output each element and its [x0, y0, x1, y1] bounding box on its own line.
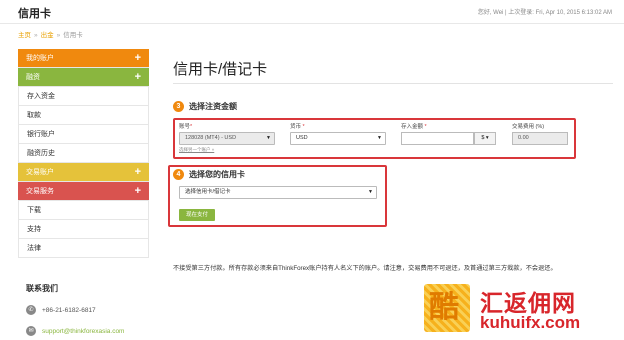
contact-heading: 联系我们: [26, 284, 58, 293]
sidebar-item-downloads[interactable]: 下载: [18, 201, 149, 220]
step-number-badge: 4: [173, 169, 184, 181]
sidebar-menu: 我的账户 + 融资 + 存入资金 取款 银行账户 融资历史 交易账户 + 交易服务 + …: [18, 49, 149, 258]
phone-icon: ✆: [26, 305, 36, 315]
sidebar-item-label: 我的账户: [26, 55, 54, 62]
sidebar-item-bank-accounts[interactable]: 银行账户: [18, 125, 149, 144]
contact-email-link[interactable]: support@thinkforexasia.com: [42, 328, 124, 335]
transaction-fee-field: 0.00: [512, 132, 568, 145]
third-party-notice: 不接受第三方付款。所有存款必须来自ThinkForex账户持有人名义下的账户。请…: [173, 265, 557, 272]
step-4-title: 选择您的信用卡: [189, 170, 245, 179]
page-title: 信用卡/借记卡: [173, 61, 268, 78]
choose-another-account-link[interactable]: 选择另一个账户 »: [179, 147, 214, 153]
breadcrumb-home-link[interactable]: 主页: [18, 32, 31, 39]
watermark-seal: 酷: [424, 284, 470, 332]
currency-addon-dropdown[interactable]: $ ▾: [474, 132, 496, 145]
chevron-down-icon: ▼: [368, 189, 373, 195]
breadcrumb: 主页» 出金» 信用卡: [18, 29, 83, 39]
chevron-down-icon: ▼: [377, 135, 382, 141]
email-icon: ✉: [26, 326, 36, 336]
expand-plus-icon[interactable]: +: [135, 182, 141, 201]
sidebar-item-trading-accounts[interactable]: 交易账户 +: [18, 163, 149, 182]
sidebar-item-my-account[interactable]: 我的账户 +: [18, 49, 149, 68]
step-3-title: 选择注资金额: [189, 102, 237, 111]
sidebar-item-withdraw[interactable]: 取款: [18, 106, 149, 125]
sidebar-item-label: 存入资金: [27, 93, 55, 100]
sidebar-item-label: 融资: [26, 74, 40, 81]
amount-label: 存入金额 *: [401, 124, 427, 130]
top-bar: 信用卡 您好, Wei | 上次登录: Fri, Apr 10, 2015 6:…: [0, 0, 624, 24]
sidebar-item-trading-services[interactable]: 交易服务 +: [18, 182, 149, 201]
sidebar-item-funding-history[interactable]: 融资历史: [18, 144, 149, 163]
watermark-seal-char: 酷: [429, 291, 459, 324]
step-4-heading: 4 选择您的信用卡: [173, 169, 245, 181]
step-3-heading: 3 选择注资金额: [173, 101, 237, 113]
breadcrumb-separator: »: [56, 32, 61, 39]
sidebar-item-label: 支持: [27, 226, 41, 233]
account-select[interactable]: 128028 (MT4) - USD ▼: [179, 132, 275, 145]
currency-label: 货币 *: [290, 124, 305, 130]
amount-input[interactable]: [401, 132, 474, 145]
contact-phone: ✆ +86-21-6182-6817: [18, 305, 149, 315]
sidebar-item-deposit[interactable]: 存入资金: [18, 87, 149, 106]
user-session-info: 您好, Wei | 上次登录: Fri, Apr 10, 2015 6:13:0…: [477, 10, 612, 16]
page-header-title: 信用卡: [18, 8, 51, 20]
sidebar-item-label: 法律: [27, 245, 41, 252]
contact-section: 联系我们 ✆ +86-21-6182-6817 ✉ support@thinkfor…: [18, 283, 149, 336]
sidebar-item-label: 下载: [27, 207, 41, 214]
watermark-logo: 酷 汇返佣网 kuhuifx.com: [424, 284, 614, 334]
breadcrumb-withdraw-link[interactable]: 出金: [41, 32, 54, 39]
sidebar-item-funding[interactable]: 融资 +: [18, 68, 149, 87]
breadcrumb-separator: »: [34, 32, 38, 39]
transaction-fee-label: 交易费用 (%): [512, 124, 545, 130]
expand-plus-icon[interactable]: +: [135, 49, 141, 68]
sidebar-item-label: 融资历史: [27, 150, 55, 157]
expand-plus-icon[interactable]: +: [135, 163, 141, 182]
contact-phone-text: +86-21-6182-6817: [42, 306, 96, 314]
breadcrumb-current: 信用卡: [63, 32, 83, 39]
sidebar-item-label: 交易服务: [26, 188, 54, 195]
title-divider: [173, 83, 613, 84]
contact-email[interactable]: ✉ support@thinkforexasia.com: [18, 326, 149, 336]
sidebar-item-label: 交易账户: [26, 169, 54, 176]
watermark-domain-text: kuhuifx.com: [480, 313, 581, 332]
currency-select[interactable]: USD ▼: [290, 132, 386, 145]
credit-card-select[interactable]: 选择信用卡/借记卡 ▼: [179, 186, 377, 199]
account-label: 账号*: [179, 124, 193, 130]
step-number-badge: 3: [173, 101, 184, 113]
sidebar-item-label: 取款: [27, 112, 41, 119]
sidebar-item-label: 银行账户: [27, 131, 55, 138]
sidebar-item-legal[interactable]: 法律: [18, 239, 149, 258]
chevron-down-icon: ▼: [266, 135, 271, 141]
sidebar-item-support[interactable]: 支持: [18, 220, 149, 239]
pay-now-button[interactable]: 现在支付: [179, 209, 215, 221]
expand-plus-icon[interactable]: +: [135, 68, 141, 87]
